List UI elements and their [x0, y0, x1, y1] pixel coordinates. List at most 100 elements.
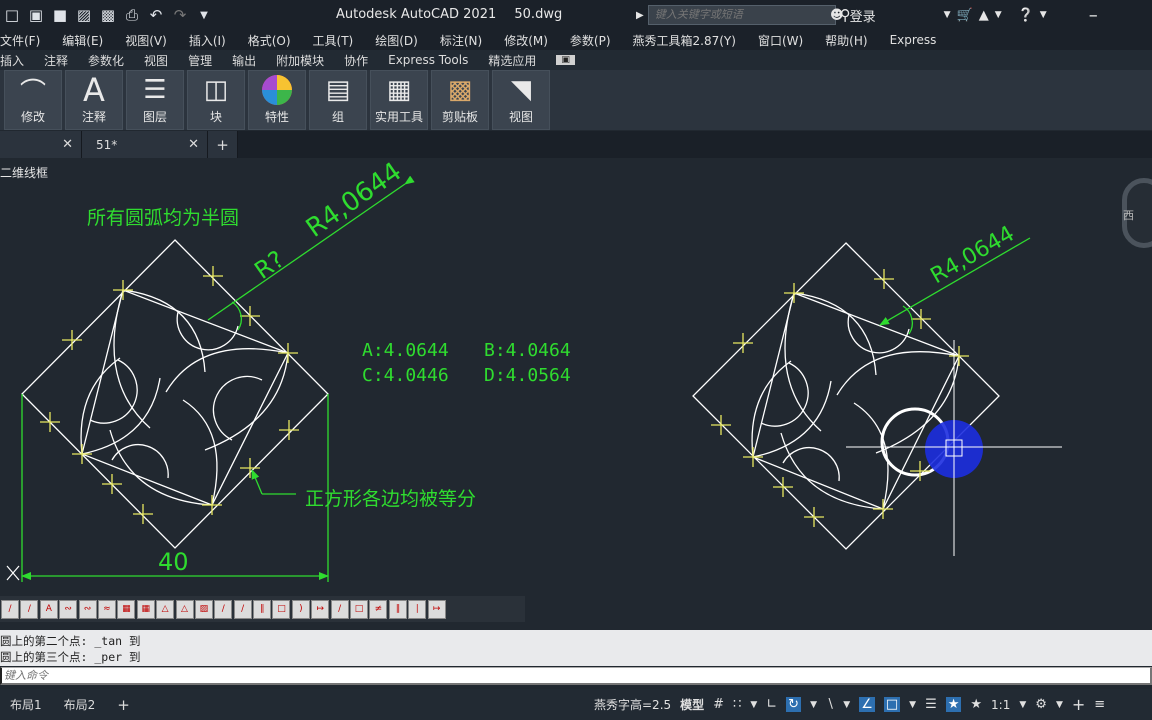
tool-button[interactable]: ∥	[388, 599, 407, 619]
command-input[interactable]	[0, 667, 1152, 685]
ribbon-button-properties[interactable]: 特性	[248, 70, 306, 130]
drawing-canvas[interactable]: 二维线框 西 所有圆弧均为半圆 R? R4,0644 A:4.0644 B:4.…	[0, 158, 1152, 592]
tab-collaborate[interactable]: 协作	[344, 52, 368, 69]
menu-dimension[interactable]: 标注(N)	[440, 32, 482, 49]
tab-express-tools[interactable]: Express Tools	[388, 53, 468, 67]
tool-button[interactable]: ▦	[136, 599, 155, 619]
tool-button[interactable]: □	[272, 599, 291, 619]
polar-tracking-icon[interactable]: ↻	[786, 697, 802, 712]
menu-format[interactable]: 格式(O)	[248, 32, 291, 49]
add-layout-icon[interactable]: +	[117, 696, 130, 714]
tool-button[interactable]: ∥	[253, 599, 272, 619]
tab-manage[interactable]: 管理	[188, 52, 212, 69]
tab-output[interactable]: 输出	[232, 52, 256, 69]
ribbon-toggle-icon[interactable]: ▣	[556, 55, 575, 65]
tab-addins[interactable]: 附加模块	[276, 52, 324, 69]
grid-icon[interactable]: #	[713, 697, 724, 712]
layout-tab-1[interactable]: 布局1	[10, 696, 42, 713]
ribbon-button-block[interactable]: ◫ 块	[187, 70, 245, 130]
layout-tab-2[interactable]: 布局2	[64, 696, 96, 713]
tab-featured-apps[interactable]: 精选应用	[488, 52, 536, 69]
annotation-visibility-icon[interactable]: ★	[945, 697, 962, 712]
close-icon[interactable]: ✕	[188, 137, 199, 152]
tool-button[interactable]: ∕	[330, 599, 349, 619]
plot-icon[interactable]: ⎙	[120, 0, 144, 30]
chevron-down-icon[interactable]: ▼	[1019, 700, 1026, 710]
chevron-down-icon[interactable]: ▼	[909, 700, 916, 710]
lineweight-icon[interactable]: ☰	[925, 697, 937, 712]
chevron-down-icon[interactable]: ▼	[192, 0, 216, 30]
menu-tools[interactable]: 工具(T)	[313, 32, 354, 49]
object-snap-tracking-icon[interactable]: ∠	[859, 697, 875, 712]
annotation-scale-button[interactable]: 1:1	[991, 698, 1010, 712]
chevron-down-icon[interactable]: ▼	[810, 700, 817, 710]
ortho-icon[interactable]: ∟	[766, 697, 777, 712]
menu-window[interactable]: 窗口(W)	[758, 32, 803, 49]
model-space-button[interactable]: 模型	[680, 696, 704, 713]
tool-button[interactable]: □	[350, 599, 369, 619]
file-tab-active[interactable]: 51* ✕	[82, 131, 208, 158]
menu-view[interactable]: 视图(V)	[125, 32, 167, 49]
tool-button[interactable]: ↦	[427, 599, 446, 619]
plus-icon[interactable]: +	[1072, 695, 1085, 714]
menu-modify[interactable]: 修改(M)	[504, 32, 548, 49]
ribbon-button-view[interactable]: ◥ 视图	[492, 70, 550, 130]
chevron-down-icon[interactable]: ▼	[944, 10, 951, 20]
tool-button[interactable]: ≈	[97, 599, 116, 619]
menu-draw[interactable]: 绘图(D)	[375, 32, 418, 49]
tool-button[interactable]: ∕	[1, 599, 19, 619]
annotation-autoscale-icon[interactable]: ★	[970, 697, 982, 712]
login-button[interactable]: 登录	[850, 6, 876, 25]
chevron-down-icon[interactable]: ▼	[995, 10, 1002, 20]
menu-parametric[interactable]: 参数(P)	[570, 32, 611, 49]
gear-icon[interactable]: ⚙	[1035, 697, 1047, 712]
file-tab[interactable]: ✕	[0, 131, 82, 158]
chevron-down-icon[interactable]: ▼	[1040, 10, 1047, 20]
close-icon[interactable]: ✕	[62, 137, 73, 152]
menu-file[interactable]: 文件(F)	[0, 32, 40, 49]
menu-icon[interactable]: ≡	[1094, 697, 1105, 712]
menu-yanxiu-toolbox[interactable]: 燕秀工具箱2.87(Y)	[633, 32, 736, 49]
minimize-icon[interactable]: –	[1089, 5, 1098, 26]
font-height-setting[interactable]: 燕秀字高=2.5	[594, 696, 671, 713]
object-snap-icon[interactable]: □	[883, 697, 901, 712]
tool-button[interactable]: A	[39, 599, 58, 619]
tool-button[interactable]: ▦	[117, 599, 136, 619]
tool-button[interactable]: ∕	[214, 599, 233, 619]
menu-edit[interactable]: 编辑(E)	[62, 32, 103, 49]
ribbon-button-layers[interactable]: ☰ 图层	[126, 70, 184, 130]
save-as-icon[interactable]: ■	[48, 0, 72, 30]
autodesk-icon[interactable]: ▲	[979, 8, 989, 23]
tool-button[interactable]: ∕	[233, 599, 252, 619]
cart-icon[interactable]: 🛒	[957, 8, 973, 23]
chevron-down-icon[interactable]: ▼	[1056, 700, 1063, 710]
new-file-icon[interactable]: □	[0, 0, 24, 30]
ribbon-button-group[interactable]: ▤ 组	[309, 70, 367, 130]
new-tab-button[interactable]: +	[208, 131, 238, 158]
share-icon[interactable]: ▩	[96, 0, 120, 30]
help-icon[interactable]: ❔	[1018, 8, 1034, 23]
ribbon-button-clipboard[interactable]: ▩ 剪贴板	[431, 70, 489, 130]
open-web-icon[interactable]: ▨	[72, 0, 96, 30]
tab-annotate[interactable]: 注释	[44, 52, 68, 69]
search-input[interactable]	[647, 5, 836, 25]
chevron-down-icon[interactable]: ▼	[843, 700, 850, 710]
isodraft-icon[interactable]: ∖	[826, 697, 834, 712]
user-icon[interactable]: ☻	[830, 8, 844, 23]
undo-icon[interactable]: ↶	[144, 0, 168, 30]
tool-button[interactable]: )	[291, 599, 310, 619]
menu-insert[interactable]: 插入(I)	[189, 32, 226, 49]
tool-button[interactable]: ↦	[311, 599, 330, 619]
tool-button[interactable]: ∣	[408, 599, 427, 619]
redo-icon[interactable]: ↷	[168, 0, 192, 30]
snap-icon[interactable]: ∷	[733, 697, 741, 712]
tool-button[interactable]: ≠	[369, 599, 388, 619]
tool-button[interactable]: ∕	[20, 599, 39, 619]
tab-view[interactable]: 视图	[144, 52, 168, 69]
ribbon-button-utilities[interactable]: ▦ 实用工具	[370, 70, 428, 130]
tool-button[interactable]: ▨	[194, 599, 213, 619]
tab-parametric[interactable]: 参数化	[88, 52, 124, 69]
tab-insert[interactable]: 插入	[0, 52, 24, 69]
ribbon-button-modify[interactable]: ⌒ 修改	[4, 70, 62, 130]
tool-button[interactable]: ∾	[59, 599, 78, 619]
